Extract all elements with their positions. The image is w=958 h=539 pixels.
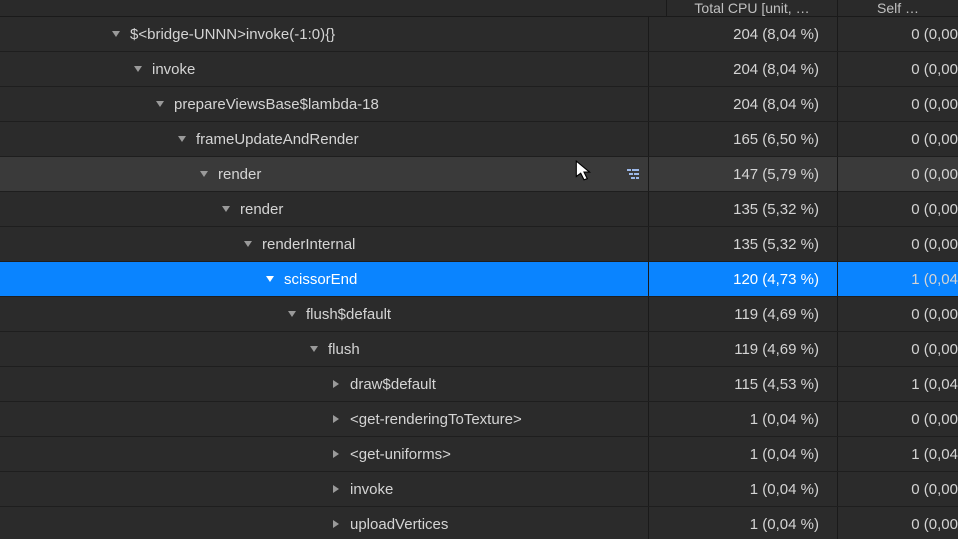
total-cpu-cell: 147 (5,79 %) <box>648 157 837 191</box>
total-cpu-cell: 204 (8,04 %) <box>648 17 837 51</box>
tree-row-name-cell[interactable]: uploadVertices <box>0 516 648 533</box>
filter-callers-icon[interactable] <box>626 167 640 181</box>
self-cell: 0 (0,00 <box>837 17 958 51</box>
tree-row[interactable]: invoke 204 (8,04 %)0 (0,00 <box>0 52 958 87</box>
total-cpu-cell: 135 (5,32 %) <box>648 227 837 261</box>
expand-arrow-down-icon[interactable] <box>218 204 234 214</box>
expand-arrow-right-icon[interactable] <box>328 414 344 424</box>
tree-row[interactable]: draw$default 115 (4,53 %)1 (0,04 <box>0 367 958 402</box>
tree-row-name-cell[interactable]: $<bridge-UNNN>invoke(-1:0){} <box>0 26 648 43</box>
tree-row[interactable]: frameUpdateAndRender 165 (6,50 %)0 (0,00 <box>0 122 958 157</box>
profiler-call-tree: Total CPU [unit, … Self … $<bridge-UNNN>… <box>0 0 958 539</box>
total-cpu-cell: 1 (0,04 %) <box>648 472 837 506</box>
self-cell: 1 (0,04 <box>837 262 958 296</box>
tree-row-name-cell[interactable]: invoke <box>0 61 648 78</box>
tree-node-label: <get-renderingToTexture> <box>344 411 522 428</box>
tree-row-name-cell[interactable]: <get-uniforms> <box>0 446 648 463</box>
total-cpu-cell: 115 (4,53 %) <box>648 367 837 401</box>
total-cpu-cell: 165 (6,50 %) <box>648 122 837 156</box>
column-header-total-cpu[interactable]: Total CPU [unit, … <box>666 0 837 16</box>
expand-arrow-down-icon[interactable] <box>262 274 278 284</box>
tree-node-label: flush$default <box>300 306 391 323</box>
self-cell: 0 (0,00 <box>837 157 958 191</box>
tree-node-label: invoke <box>344 481 393 498</box>
table-header: Total CPU [unit, … Self … <box>0 0 958 17</box>
tree-node-label: invoke <box>146 61 195 78</box>
tree-row-name-cell[interactable]: <get-renderingToTexture> <box>0 411 648 428</box>
self-cell: 0 (0,00 <box>837 52 958 86</box>
tree-row[interactable]: uploadVertices 1 (0,04 %)0 (0,00 <box>0 507 958 539</box>
tree-row[interactable]: scissorEnd 120 (4,73 %)1 (0,04 <box>0 262 958 297</box>
tree-node-label: renderInternal <box>256 236 355 253</box>
tree-row[interactable]: invoke 1 (0,04 %)0 (0,00 <box>0 472 958 507</box>
expand-arrow-right-icon[interactable] <box>328 379 344 389</box>
expand-arrow-down-icon[interactable] <box>196 169 212 179</box>
expand-arrow-right-icon[interactable] <box>328 449 344 459</box>
expand-arrow-down-icon[interactable] <box>240 239 256 249</box>
tree-row[interactable]: flush 119 (4,69 %)0 (0,00 <box>0 332 958 367</box>
tree-row-name-cell[interactable]: frameUpdateAndRender <box>0 131 648 148</box>
self-cell: 0 (0,00 <box>837 402 958 436</box>
tree-row[interactable]: $<bridge-UNNN>invoke(-1:0){} 204 (8,04 %)… <box>0 17 958 52</box>
expand-arrow-down-icon[interactable] <box>284 309 300 319</box>
tree-row-name-cell[interactable]: prepareViewsBase$lambda-18 <box>0 96 648 113</box>
tree-row-name-cell[interactable]: invoke <box>0 481 648 498</box>
expand-arrow-right-icon[interactable] <box>328 484 344 494</box>
tree-row-name-cell[interactable]: flush$default <box>0 306 648 323</box>
self-cell: 0 (0,00 <box>837 227 958 261</box>
self-cell: 1 (0,04 <box>837 437 958 471</box>
tree-row-name-cell[interactable]: flush <box>0 341 648 358</box>
total-cpu-cell: 119 (4,69 %) <box>648 332 837 366</box>
tree-node-label: <get-uniforms> <box>344 446 451 463</box>
total-cpu-cell: 1 (0,04 %) <box>648 437 837 471</box>
expand-arrow-down-icon[interactable] <box>174 134 190 144</box>
tree-node-label: render <box>212 166 261 183</box>
self-cell: 0 (0,00 <box>837 192 958 226</box>
self-cell: 0 (0,00 <box>837 332 958 366</box>
total-cpu-cell: 135 (5,32 %) <box>648 192 837 226</box>
tree-rows: $<bridge-UNNN>invoke(-1:0){} 204 (8,04 %)… <box>0 17 958 539</box>
tree-node-label: render <box>234 201 283 218</box>
tree-row[interactable]: <get-uniforms> 1 (0,04 %)1 (0,04 <box>0 437 958 472</box>
tree-row-name-cell[interactable]: scissorEnd <box>0 271 648 288</box>
tree-row[interactable]: <get-renderingToTexture> 1 (0,04 %)0 (0,0… <box>0 402 958 437</box>
tree-node-label: frameUpdateAndRender <box>190 131 359 148</box>
tree-row[interactable]: render 147 (5,79 %)0 (0,00 <box>0 157 958 192</box>
self-cell: 0 (0,00 <box>837 122 958 156</box>
expand-arrow-right-icon[interactable] <box>328 519 344 529</box>
expand-arrow-down-icon[interactable] <box>152 99 168 109</box>
total-cpu-cell: 1 (0,04 %) <box>648 507 837 539</box>
tree-row[interactable]: prepareViewsBase$lambda-18 204 (8,04 %)0 … <box>0 87 958 122</box>
self-cell: 0 (0,00 <box>837 507 958 539</box>
self-cell: 0 (0,00 <box>837 87 958 121</box>
tree-node-label: uploadVertices <box>344 516 448 533</box>
tree-node-label: scissorEnd <box>278 271 357 288</box>
tree-row-name-cell[interactable]: draw$default <box>0 376 648 393</box>
tree-row-name-cell[interactable]: render <box>0 166 648 183</box>
expand-arrow-down-icon[interactable] <box>130 64 146 74</box>
self-cell: 0 (0,00 <box>837 472 958 506</box>
expand-arrow-down-icon[interactable] <box>306 344 322 354</box>
tree-node-label: flush <box>322 341 360 358</box>
tree-row-name-cell[interactable]: render <box>0 201 648 218</box>
tree-node-label: draw$default <box>344 376 436 393</box>
tree-node-label: prepareViewsBase$lambda-18 <box>168 96 379 113</box>
self-cell: 1 (0,04 <box>837 367 958 401</box>
total-cpu-cell: 1 (0,04 %) <box>648 402 837 436</box>
expand-arrow-down-icon[interactable] <box>108 29 124 39</box>
tree-row[interactable]: flush$default 119 (4,69 %)0 (0,00 <box>0 297 958 332</box>
column-header-self[interactable]: Self … <box>837 0 958 16</box>
total-cpu-cell: 204 (8,04 %) <box>648 87 837 121</box>
self-cell: 0 (0,00 <box>837 297 958 331</box>
tree-row[interactable]: renderInternal 135 (5,32 %)0 (0,00 <box>0 227 958 262</box>
tree-node-label: $<bridge-UNNN>invoke(-1:0){} <box>124 26 335 43</box>
tree-row[interactable]: render 135 (5,32 %)0 (0,00 <box>0 192 958 227</box>
total-cpu-cell: 119 (4,69 %) <box>648 297 837 331</box>
total-cpu-cell: 120 (4,73 %) <box>648 262 837 296</box>
tree-row-name-cell[interactable]: renderInternal <box>0 236 648 253</box>
total-cpu-cell: 204 (8,04 %) <box>648 52 837 86</box>
